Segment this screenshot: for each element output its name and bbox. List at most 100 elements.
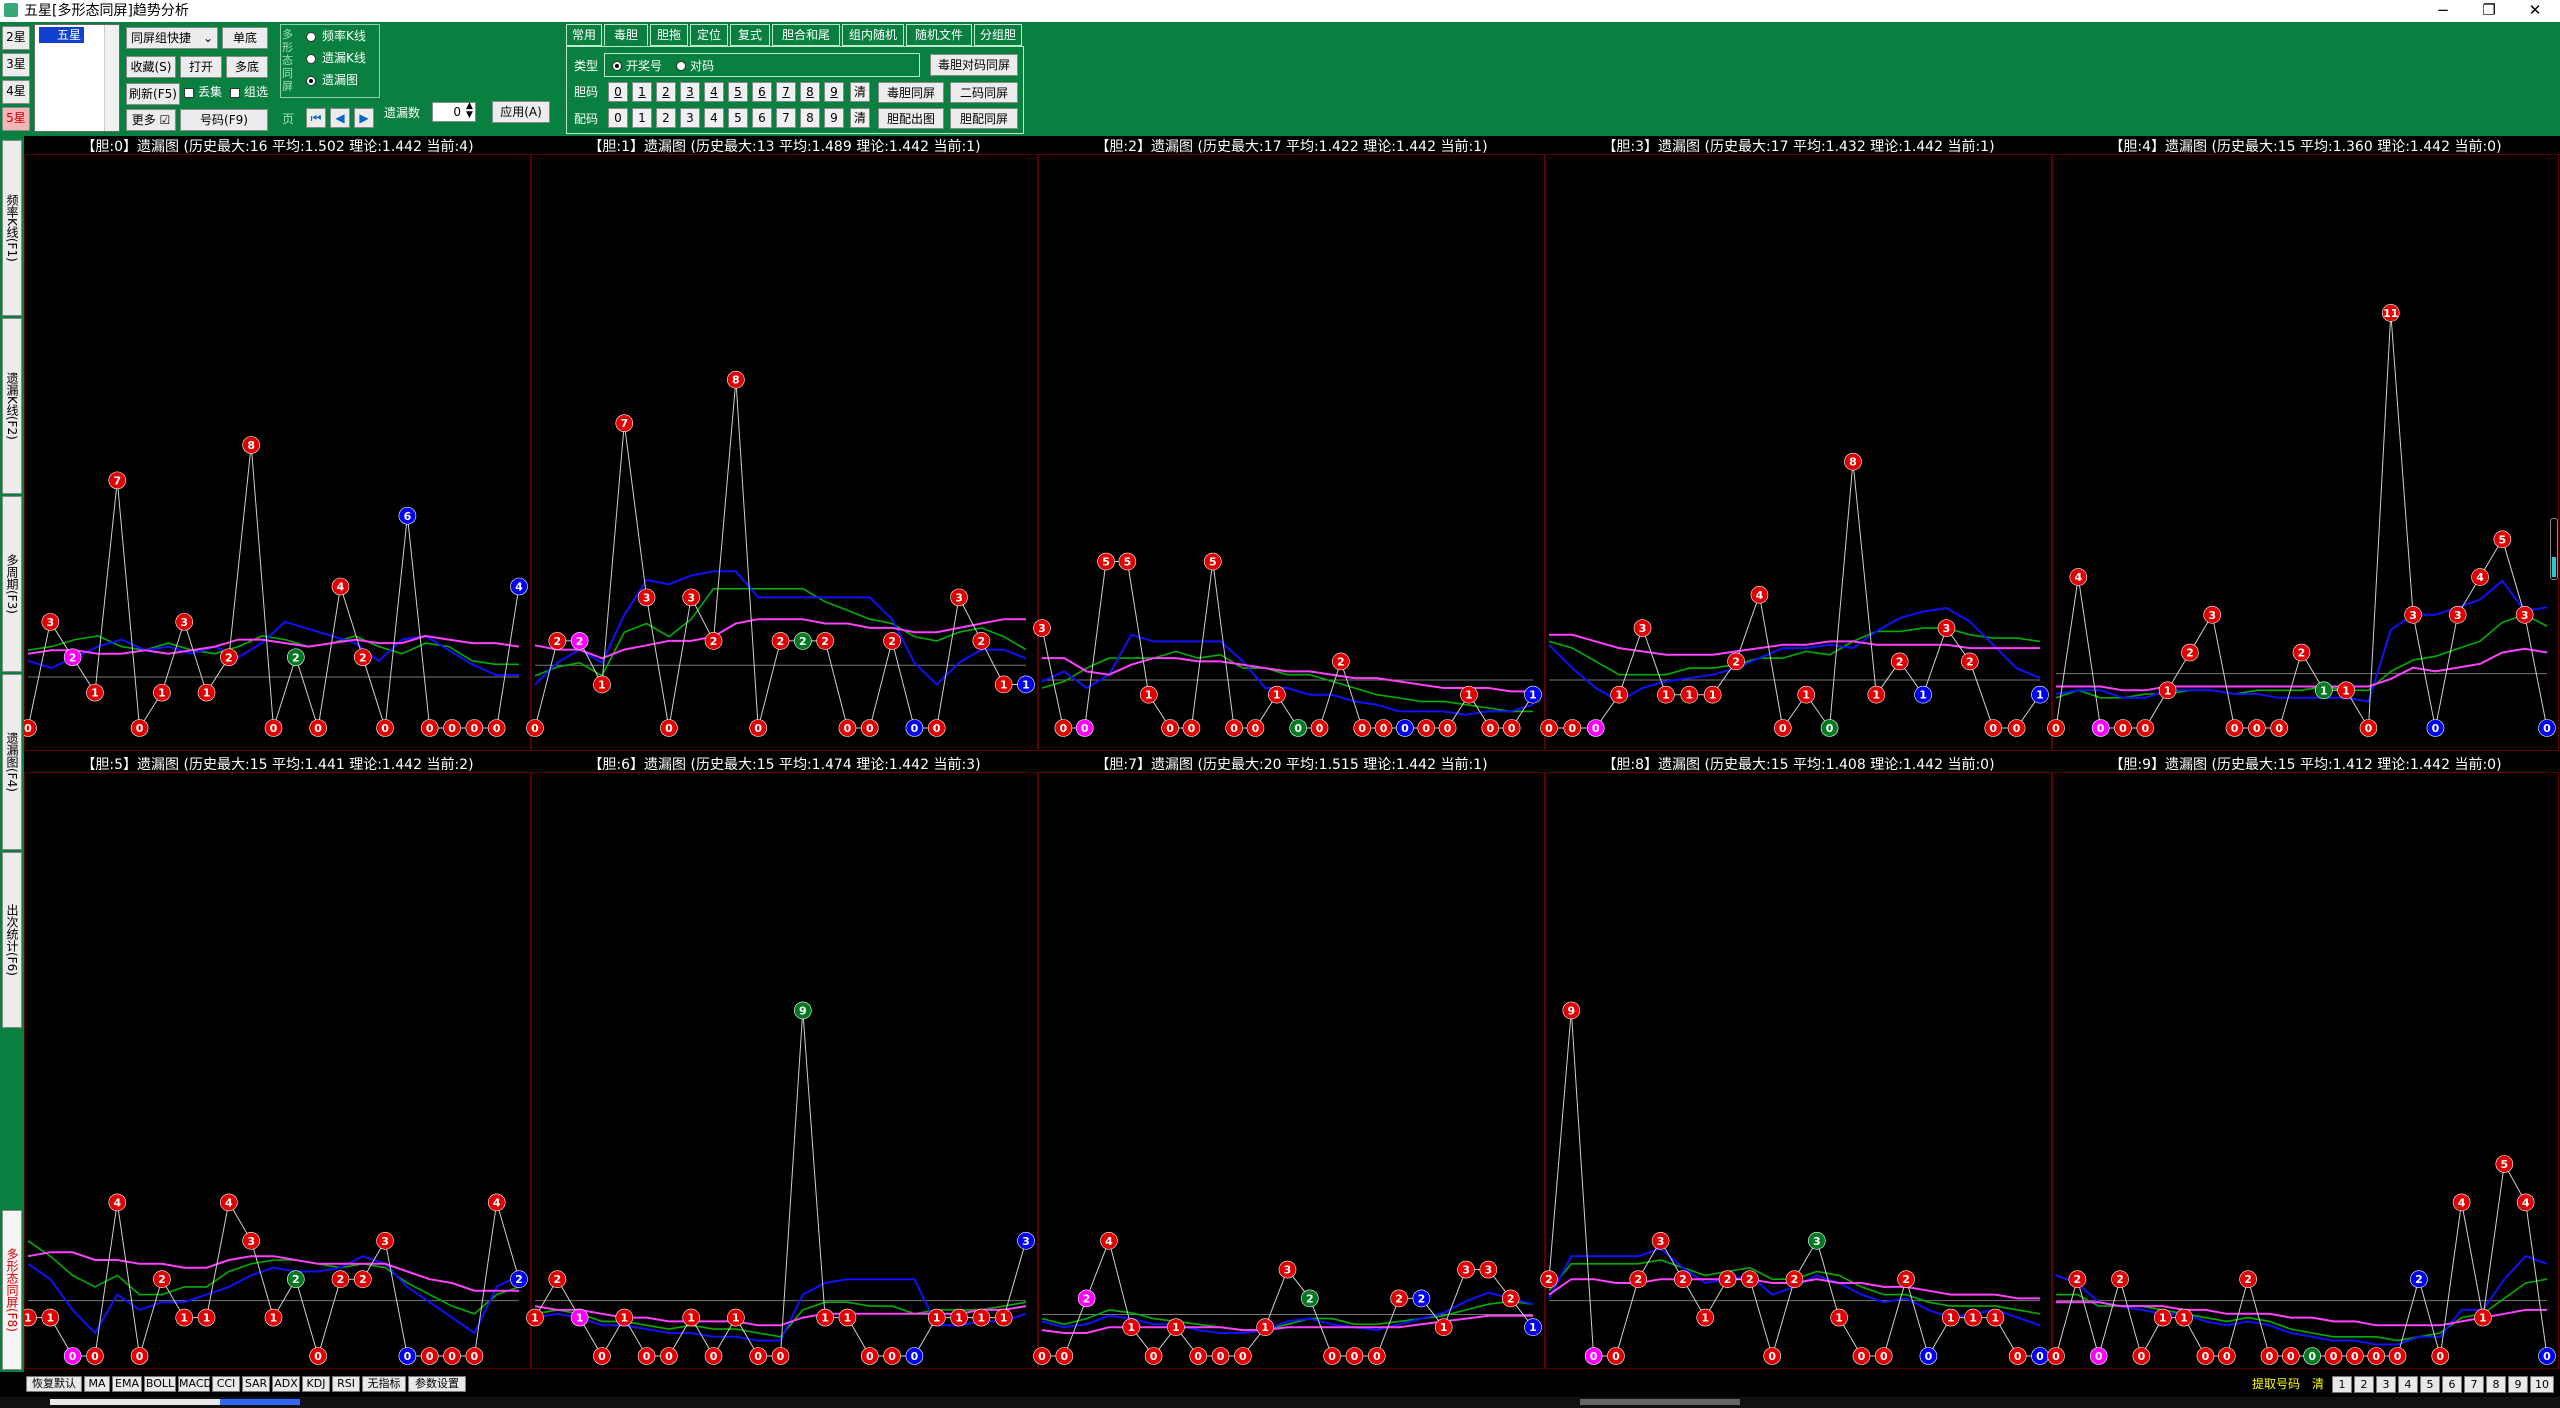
vertical-scrollbar[interactable] [2550,518,2558,580]
status-cci-button[interactable]: CCI [212,1376,240,1392]
status-ma-button[interactable]: MA [84,1376,110,1392]
page-num-3[interactable]: 3 [2376,1376,2396,1393]
pei-digit-3[interactable]: 3 [680,108,700,128]
pei-digit-9[interactable]: 9 [824,108,844,128]
next-page-icon[interactable]: ▶ [354,108,374,128]
tab-dan-tuo[interactable]: 胆拖 [650,24,688,46]
close-button[interactable]: ✕ [2512,0,2558,22]
dual-code-button[interactable]: 毒胆对码同屏 [930,54,1018,76]
dan-digit-5[interactable]: 5 [728,82,748,102]
status-macd-button[interactable]: MACD [178,1376,212,1392]
pei-digit-5[interactable]: 5 [728,108,748,128]
mode-radio-miss-chart[interactable] [306,76,316,86]
period-spinner-icon[interactable]: ▲ ▼ [466,102,473,120]
type-radio-draw[interactable] [612,61,622,71]
favorite-button[interactable]: 收藏(S) [126,56,176,78]
tab-position[interactable]: 定位 [690,24,728,46]
page-num-7[interactable]: 7 [2464,1376,2484,1393]
dan-digit-2[interactable]: 2 [656,82,676,102]
two-code-button[interactable]: 二码同屏 [950,82,1018,103]
tab-common[interactable]: 常用 [566,24,602,46]
status-boll-button[interactable]: BOLL [144,1376,176,1392]
page-num-6[interactable]: 6 [2442,1376,2462,1393]
minimize-button[interactable]: − [2420,0,2466,22]
star-4-button[interactable]: 4星 [2,80,30,104]
star-3-button[interactable]: 3星 [2,53,30,77]
tab-dan-sum-tail[interactable]: 胆合和尾 [772,24,840,46]
side-tab-multi-form[interactable]: 多形态同屏(F8) [2,1210,22,1370]
dan-digit-4[interactable]: 4 [704,82,724,102]
pei-digit-8[interactable]: 8 [800,108,820,128]
status-kdj-button[interactable]: KDJ [302,1376,330,1392]
type-radio-pair[interactable] [676,61,686,71]
star-tree[interactable]: 五星 [34,24,120,132]
pei-digit-2[interactable]: 2 [656,108,676,128]
status-sar-button[interactable]: SAR [242,1376,270,1392]
side-tab-miss-chart[interactable]: 遗漏图(F4) [2,674,22,850]
dan-pei-out-button[interactable]: 胆配出图 [878,108,944,129]
page-num-8[interactable]: 8 [2486,1376,2506,1393]
prev-page-icon[interactable]: ◀ [330,108,350,128]
status-adx-button[interactable]: ADX [272,1376,300,1392]
more-button[interactable]: 更多 ☑ [126,109,176,131]
tab-random-file[interactable]: 随机文件 [906,24,972,46]
page-num-1[interactable]: 1 [2332,1376,2352,1393]
multi-base-button[interactable]: 多底 [226,56,268,78]
tab-poison-dan[interactable]: 毒胆 [604,24,648,46]
side-tab-multi-period[interactable]: 多周期(F3) [2,496,22,672]
data-label-1-8: 2 [710,635,718,648]
dual-screen-button[interactable]: 毒胆同屏 [878,82,944,103]
status-reset-button[interactable]: 恢复默认 [26,1376,82,1392]
dan-pei-screen-button[interactable]: 胆配同屏 [950,108,1018,129]
pei-digit-0[interactable]: 0 [608,108,628,128]
side-tab-count-stats[interactable]: 出次统计(F6) [2,852,22,1028]
page-num-4[interactable]: 4 [2398,1376,2418,1393]
dan-digit-7[interactable]: 7 [776,82,796,102]
star-5-button[interactable]: 5星 [2,107,30,131]
side-tab-freq-k[interactable]: 频率K线(F1) [2,140,22,316]
single-base-button[interactable]: 单底 [222,27,268,49]
extract-clear-label[interactable]: 清 [2312,1375,2324,1393]
data-label-8-15: 0 [1880,1350,1888,1363]
side-tab-miss-k[interactable]: 遗漏K线(F2) [2,318,22,494]
page-num-5[interactable]: 5 [2420,1376,2440,1393]
pei-digit-6[interactable]: 6 [752,108,772,128]
tab-compound[interactable]: 复式 [730,24,770,46]
star-2-button[interactable]: 2星 [2,26,30,50]
tab-group-dan[interactable]: 分组胆 [974,24,1022,46]
dan-digit-3[interactable]: 3 [680,82,700,102]
open-button[interactable]: 打开 [180,56,222,78]
status-rsi-button[interactable]: RSI [332,1376,360,1392]
pei-digit-7[interactable]: 7 [776,108,796,128]
quick-group-combo[interactable]: 同屏组快捷 ⌄ [126,27,218,49]
tab-group-random[interactable]: 组内随机 [842,24,904,46]
status-settings-button[interactable]: 参数设置 [408,1376,466,1392]
dan-digit-1[interactable]: 1 [632,82,652,102]
pei-digit-4[interactable]: 4 [704,108,724,128]
dan-digit-9[interactable]: 9 [824,82,844,102]
status-ema-button[interactable]: EMA [112,1376,142,1392]
page-num-10[interactable]: 10 [2530,1376,2554,1393]
data-label-7-16: 2 [1395,1292,1403,1305]
horizontal-scrollbar[interactable] [0,1397,2560,1408]
maximize-button[interactable]: ❐ [2466,0,2512,22]
loss-checkbox[interactable] [184,88,194,98]
refresh-button[interactable]: 刷新(F5) [126,83,180,105]
pei-digit-1[interactable]: 1 [632,108,652,128]
mode-radio-freq-k[interactable] [306,32,316,42]
dan-digit-8[interactable]: 8 [800,82,820,102]
number-button[interactable]: 号码(F9) [180,109,268,131]
dan-digit-0[interactable]: 0 [608,82,628,102]
tree-node-five-star[interactable]: 五星 [39,27,85,43]
page-num-2[interactable]: 2 [2354,1376,2374,1393]
page-num-9[interactable]: 9 [2508,1376,2528,1393]
pei-clear-button[interactable]: 清 [850,108,870,128]
dan-clear-button[interactable]: 清 [850,82,870,102]
combine-checkbox[interactable] [230,88,240,98]
mode-radio-miss-k[interactable] [306,54,316,64]
dan-digit-6[interactable]: 6 [752,82,772,102]
status-no-indicator-button[interactable]: 无指标 [362,1376,406,1392]
apply-button[interactable]: 应用(A) [492,101,550,123]
first-page-icon[interactable]: ⏮ [306,108,326,128]
tree-scrollbar[interactable] [104,25,119,131]
